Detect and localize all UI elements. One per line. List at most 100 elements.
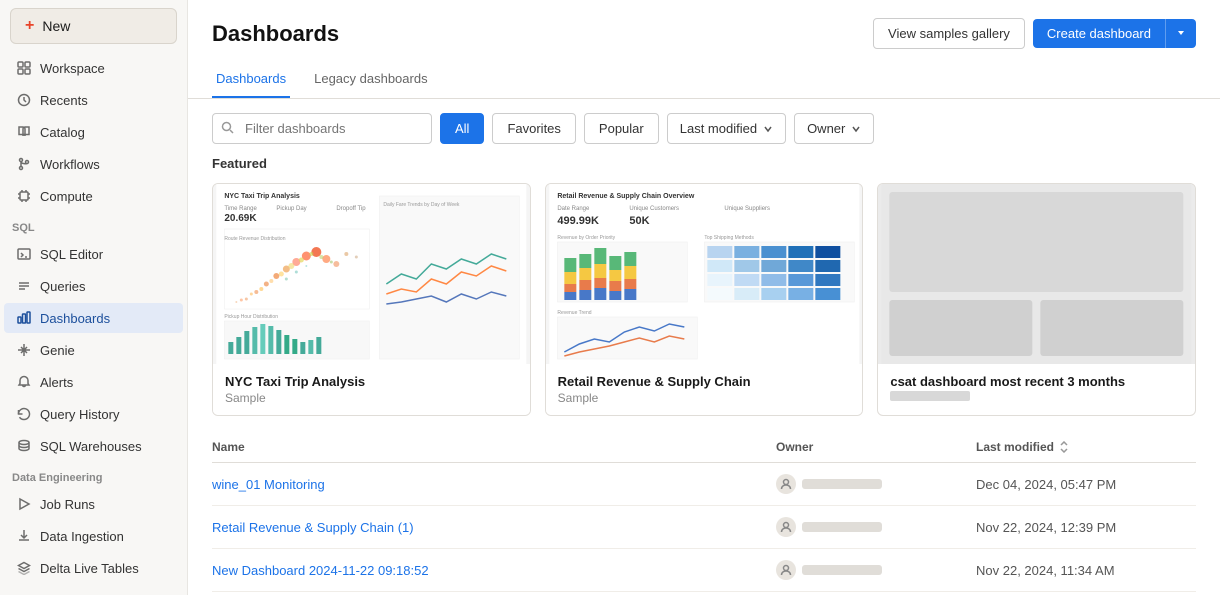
sidebar-item-queries-label: Queries xyxy=(40,279,86,294)
owner-icon-0 xyxy=(776,474,796,494)
featured-section: Featured NYC Taxi Trip Analysis Time Ran… xyxy=(188,156,1220,432)
featured-card-nyc-taxi[interactable]: NYC Taxi Trip Analysis Time Range Pickup… xyxy=(212,183,531,416)
owner-placeholder-2 xyxy=(802,565,882,575)
table-header: Name Owner Last modified xyxy=(212,432,1196,463)
search-input[interactable] xyxy=(212,113,432,144)
sidebar-item-catalog[interactable]: Catalog xyxy=(4,117,183,147)
grid-icon xyxy=(16,60,32,76)
card-preview-retail: Retail Revenue & Supply Chain Overview D… xyxy=(546,184,863,364)
row-modified-0: Dec 04, 2024, 05:47 PM xyxy=(976,477,1196,492)
row-owner-2 xyxy=(776,560,976,580)
cpu-icon xyxy=(16,188,32,204)
sidebar: + New Workspace Recents Catalog xyxy=(0,0,188,595)
row-name-0[interactable]: wine_01 Monitoring xyxy=(212,477,776,492)
card-info-nyc-taxi: NYC Taxi Trip Analysis Sample xyxy=(213,364,530,415)
sidebar-item-data-ingestion[interactable]: Data Ingestion xyxy=(4,521,183,551)
table-row: New Dashboard 2024-11-22 09:18:52 Nov 22… xyxy=(212,549,1196,592)
table-row: Retail Revenue & Supply Chain (1) Nov 22… xyxy=(212,506,1196,549)
filter-all-button[interactable]: All xyxy=(440,113,484,144)
filter-favorites-button[interactable]: Favorites xyxy=(492,113,575,144)
git-branch-icon xyxy=(16,156,32,172)
card-info-csat: csat dashboard most recent 3 months xyxy=(878,364,1195,411)
terminal-icon xyxy=(16,246,32,262)
svg-text:Retail Revenue & Supply Chain: Retail Revenue & Supply Chain Overview xyxy=(557,193,694,200)
card-preview-csat xyxy=(878,184,1195,364)
featured-card-csat[interactable]: csat dashboard most recent 3 months xyxy=(877,183,1196,416)
sidebar-item-data-ingestion-label: Data Ingestion xyxy=(40,529,124,544)
table-row: wine_01 Monitoring Dec 04, 2024, 05:47 P… xyxy=(212,463,1196,506)
sidebar-item-alerts-label: Alerts xyxy=(40,375,73,390)
last-modified-label: Last modified xyxy=(680,121,757,136)
sidebar-item-sql-warehouses-label: SQL Warehouses xyxy=(40,439,142,454)
sidebar-item-sql-editor[interactable]: SQL Editor xyxy=(4,239,183,269)
list-icon xyxy=(16,278,32,294)
featured-card-retail[interactable]: Retail Revenue & Supply Chain Overview D… xyxy=(545,183,864,416)
search-wrapper xyxy=(212,113,432,144)
sidebar-item-dashboards[interactable]: Dashboards xyxy=(4,303,183,333)
svg-text:50K: 50K xyxy=(629,215,649,227)
sort-icon xyxy=(1058,441,1070,453)
sidebar-item-recents[interactable]: Recents xyxy=(4,85,183,115)
book-icon xyxy=(16,124,32,140)
owner-label: Owner xyxy=(807,121,845,136)
main-content: Dashboards View samples gallery Create d… xyxy=(188,0,1220,595)
tab-legacy-dashboards[interactable]: Legacy dashboards xyxy=(310,61,431,98)
new-button[interactable]: + New xyxy=(10,8,177,44)
bell-icon xyxy=(16,374,32,390)
sidebar-item-job-runs[interactable]: Job Runs xyxy=(4,489,183,519)
owner-placeholder-1 xyxy=(802,522,882,532)
sidebar-item-genie[interactable]: Genie xyxy=(4,335,183,365)
sql-section-label: SQL xyxy=(0,212,187,238)
col-modified-label: Last modified xyxy=(976,440,1054,454)
dashboard-table: Name Owner Last modified wine_01 Monitor… xyxy=(188,432,1220,592)
row-modified-1: Nov 22, 2024, 12:39 PM xyxy=(976,520,1196,535)
owner-placeholder-0 xyxy=(802,479,882,489)
sidebar-item-workflows[interactable]: Workflows xyxy=(4,149,183,179)
row-name-2[interactable]: New Dashboard 2024-11-22 09:18:52 xyxy=(212,563,776,578)
sidebar-item-query-history[interactable]: Query History xyxy=(4,399,183,429)
sidebar-item-recents-label: Recents xyxy=(40,93,88,108)
sidebar-item-job-runs-label: Job Runs xyxy=(40,497,95,512)
last-modified-dropdown[interactable]: Last modified xyxy=(667,113,786,144)
clock-icon xyxy=(16,92,32,108)
sidebar-item-genie-label: Genie xyxy=(40,343,75,358)
create-dashboard-button[interactable]: Create dashboard xyxy=(1033,19,1165,48)
card-title-csat: csat dashboard most recent 3 months xyxy=(890,374,1183,389)
row-owner-1 xyxy=(776,517,976,537)
data-eng-section-label: Data Engineering xyxy=(0,462,187,488)
tab-dashboards[interactable]: Dashboards xyxy=(212,61,290,98)
bar-chart-icon xyxy=(16,310,32,326)
view-samples-button[interactable]: View samples gallery xyxy=(873,18,1025,49)
plus-icon: + xyxy=(25,17,34,35)
owner-dropdown[interactable]: Owner xyxy=(794,113,874,144)
featured-cards: NYC Taxi Trip Analysis Time Range Pickup… xyxy=(212,183,1196,416)
row-name-1[interactable]: Retail Revenue & Supply Chain (1) xyxy=(212,520,776,535)
owner-icon-2 xyxy=(776,560,796,580)
svg-text:499.99K: 499.99K xyxy=(557,215,599,227)
create-dashboard-dropdown-button[interactable] xyxy=(1165,19,1196,48)
card-subtitle-nyc-taxi: Sample xyxy=(225,391,518,405)
card-preview-nyc-taxi: NYC Taxi Trip Analysis Time Range Pickup… xyxy=(213,184,530,364)
col-name-header: Name xyxy=(212,440,776,454)
header-actions: View samples gallery Create dashboard xyxy=(873,18,1196,49)
col-modified-header: Last modified xyxy=(976,440,1196,454)
sidebar-item-alerts[interactable]: Alerts xyxy=(4,367,183,397)
sidebar-item-workspace[interactable]: Workspace xyxy=(4,53,183,83)
sidebar-item-query-history-label: Query History xyxy=(40,407,119,422)
sidebar-item-queries[interactable]: Queries xyxy=(4,271,183,301)
download-icon xyxy=(16,528,32,544)
play-icon xyxy=(16,496,32,512)
new-label: New xyxy=(42,18,70,34)
svg-text:Unique Suppliers: Unique Suppliers xyxy=(724,206,770,212)
sidebar-item-compute-label: Compute xyxy=(40,189,93,204)
filter-popular-button[interactable]: Popular xyxy=(584,113,659,144)
svg-text:Daily Fare Trends by Day of We: Daily Fare Trends by Day of Week xyxy=(383,202,460,208)
history-icon xyxy=(16,406,32,422)
sidebar-item-sql-editor-label: SQL Editor xyxy=(40,247,103,262)
sidebar-item-compute[interactable]: Compute xyxy=(4,181,183,211)
sidebar-item-workspace-label: Workspace xyxy=(40,61,105,76)
sidebar-item-sql-warehouses[interactable]: SQL Warehouses xyxy=(4,431,183,461)
card-subtitle-csat xyxy=(890,391,970,401)
svg-text:Date Range: Date Range xyxy=(557,206,590,212)
sidebar-item-delta-live[interactable]: Delta Live Tables xyxy=(4,553,183,583)
